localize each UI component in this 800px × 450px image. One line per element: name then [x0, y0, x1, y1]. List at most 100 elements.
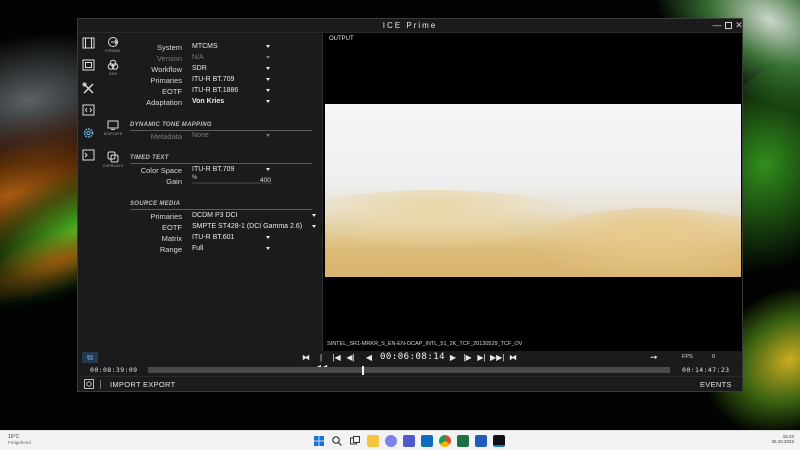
excel-icon[interactable] — [457, 435, 469, 447]
sub-nav-cms[interactable]: CMS — [100, 59, 126, 76]
matrix-select[interactable]: Matrix ITU-R BT.601 — [126, 233, 322, 244]
mark-out-button[interactable]: ⧓ — [508, 353, 518, 363]
sub-nav-label: FORMAT — [105, 49, 121, 53]
outlook-icon[interactable] — [421, 435, 433, 447]
overlays-icon — [107, 151, 119, 163]
task-view-icon[interactable] — [349, 435, 361, 447]
version-select: Version N/A — [126, 53, 322, 64]
chevron-down-icon — [266, 236, 270, 239]
fps-value: 0 — [712, 354, 716, 360]
chevron-down-icon — [266, 56, 270, 59]
previous-frame-button[interactable]: |◀ — [331, 353, 342, 363]
monitor-mode-button[interactable]: ⧉ — [82, 352, 98, 363]
adaptation-select[interactable]: Adaptation Von Kries — [126, 97, 322, 108]
dtm-section-title: DYNAMIC TONE MAPPING — [130, 122, 212, 128]
film-grid-icon[interactable] — [82, 59, 95, 71]
system-select[interactable]: System MTCMS — [126, 42, 322, 53]
chevron-down-icon — [312, 214, 316, 217]
range-value: Full — [192, 245, 204, 252]
weather-widget[interactable]: 16°C Freigehend — [8, 434, 31, 445]
app-window: ICE Prime — ✕ FORMAT CMS DISPLAYS OVERLA… — [77, 18, 743, 392]
matrix-label: Matrix — [161, 234, 182, 243]
sub-nav-displays[interactable]: DISPLAYS — [100, 119, 126, 136]
terminal-icon[interactable] — [82, 149, 95, 161]
color-space-select[interactable]: Color Space ITU-R BT.709 — [126, 165, 322, 176]
sub-nav-format[interactable]: FORMAT — [100, 36, 126, 53]
chevron-down-icon — [266, 67, 270, 70]
system-clock[interactable]: 15:23 25.10.2022 — [770, 434, 794, 444]
clip-filename: SINTEL_SR1-MRKR_S_EN-EN-OCAP_INTL_51_2K_… — [327, 341, 523, 347]
tools-icon[interactable] — [82, 82, 95, 94]
chrome-icon[interactable] — [439, 435, 451, 447]
color-space-label: Color Space — [140, 166, 182, 175]
current-timecode: 00:06:08:14 — [380, 352, 446, 362]
chat-icon[interactable] — [385, 435, 397, 447]
step-back-button[interactable]: ◀| — [345, 353, 356, 363]
separator — [100, 380, 101, 389]
play-button[interactable]: ▶ — [448, 353, 458, 363]
timeline-start-timecode: 00:08:39:09 — [90, 366, 138, 374]
teams-icon[interactable] — [403, 435, 415, 447]
primaries-select[interactable]: Primaries ITU-R BT.709 — [126, 75, 322, 86]
video-frame — [325, 104, 741, 277]
gain-label: Gain — [166, 177, 182, 186]
events-button[interactable]: EVENTS — [700, 380, 732, 389]
maximize-icon — [724, 22, 732, 30]
sub-nav-label: CMS — [108, 72, 118, 76]
adaptation-value: Von Kries — [192, 98, 225, 105]
adaptation-label: Adaptation — [146, 98, 182, 107]
timeline-scrubber[interactable] — [148, 366, 670, 375]
workflow-select[interactable]: Workflow SDR — [126, 64, 322, 75]
close-button[interactable]: ✕ — [733, 20, 745, 31]
settings-sub-nav: FORMAT CMS DISPLAYS OVERLAYS — [100, 33, 126, 343]
output-label: OUTPUT — [329, 36, 354, 42]
skip-to-start-button[interactable]: |◀◀ — [314, 353, 328, 372]
mark-in-button[interactable]: ⧓ — [301, 353, 311, 363]
display-icon — [107, 120, 119, 130]
source-eotf-select[interactable]: EOTF SMPTE ST428-1 (DCI Gamma 2.6) — [126, 222, 322, 233]
version-label: Version — [156, 54, 182, 63]
taskbar: 16°C Freigehend 15:23 25.10.2022 — [0, 430, 800, 450]
code-window-icon[interactable] — [82, 104, 95, 116]
next-frame-button[interactable]: ▶| — [476, 353, 487, 363]
range-select[interactable]: Range Full — [126, 244, 322, 255]
workflow-label: Workflow — [151, 65, 182, 74]
word-icon[interactable] — [475, 435, 487, 447]
settings-gear-icon[interactable] — [84, 379, 94, 389]
sub-nav-overlays[interactable]: OVERLAYS — [100, 151, 126, 168]
chevron-down-icon — [266, 100, 270, 103]
title-bar: ICE Prime — ✕ — [78, 19, 745, 33]
playhead[interactable] — [362, 366, 365, 375]
export-button[interactable]: EXPORT — [143, 380, 176, 389]
chevron-down-icon — [312, 225, 316, 228]
eotf-value: ITU-R BT.1886 — [192, 87, 239, 94]
source-eotf-value: SMPTE ST428-1 (DCI Gamma 2.6) — [192, 223, 303, 230]
output-viewer: OUTPUT SINTEL_SR1-MRKR_S_EN-EN-OCAP_INTL… — [322, 33, 742, 351]
chevron-down-icon — [266, 134, 270, 137]
version-value: N/A — [192, 54, 204, 61]
windows-start-icon[interactable] — [313, 435, 325, 447]
file-explorer-icon[interactable] — [367, 435, 379, 447]
metadata-value: None — [192, 132, 209, 139]
system-label: System — [156, 43, 182, 52]
source-primaries-value: DCDM P3 DCI — [192, 212, 238, 219]
format-exit-icon — [108, 37, 118, 47]
gear-icon[interactable] — [82, 127, 95, 139]
film-icon[interactable] — [82, 37, 95, 49]
skip-to-end-button[interactable]: ▶▶| — [490, 353, 504, 363]
source-primaries-label: Primaries — [150, 212, 182, 221]
section-divider — [130, 209, 312, 210]
eotf-label: EOTF — [162, 87, 182, 96]
source-media-section-title: SOURCE MEDIA — [130, 201, 181, 207]
search-icon[interactable] — [331, 435, 343, 447]
ice-prime-icon[interactable] — [493, 435, 505, 447]
system-value: MTCMS — [192, 43, 218, 50]
eotf-select[interactable]: EOTF ITU-R BT.1886 — [126, 86, 322, 97]
source-primaries-select[interactable]: Primaries DCDM P3 DCI — [126, 211, 322, 222]
step-forward-button[interactable]: |▶ — [462, 353, 473, 363]
gain-percent-label: % — [192, 175, 198, 181]
play-reverse-button[interactable]: ◀ — [364, 353, 374, 363]
import-button[interactable]: IMPORT — [110, 380, 141, 389]
range-label: Range — [159, 245, 182, 254]
arrow-right-icon[interactable]: ➞ — [650, 352, 658, 363]
